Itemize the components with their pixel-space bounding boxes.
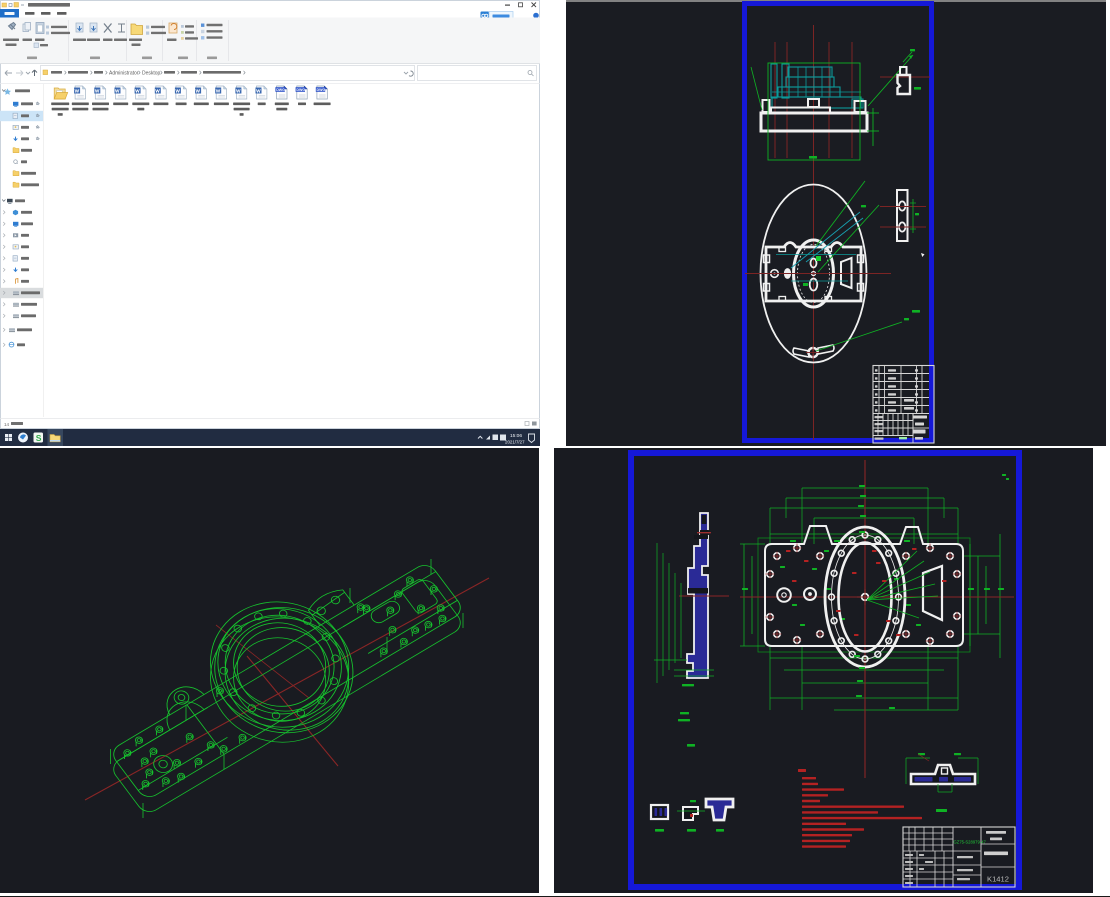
svg-text:2021/7/27: 2021/7/27 [505,440,525,445]
svg-text:14: 14 [4,422,10,427]
svg-text:K1412: K1412 [987,875,1009,884]
svg-text:GZ75-S28979-47: GZ75-S28979-47 [954,840,987,845]
svg-text:Desktop: Desktop [142,71,161,77]
svg-text:DWG: DWG [317,88,326,92]
svg-text:S: S [36,433,42,443]
svg-text:DWG: DWG [276,88,285,92]
svg-text:Administrator: Administrator [109,71,139,77]
svg-text:DWG: DWG [296,88,305,92]
svg-text:15:06: 15:06 [510,433,522,439]
